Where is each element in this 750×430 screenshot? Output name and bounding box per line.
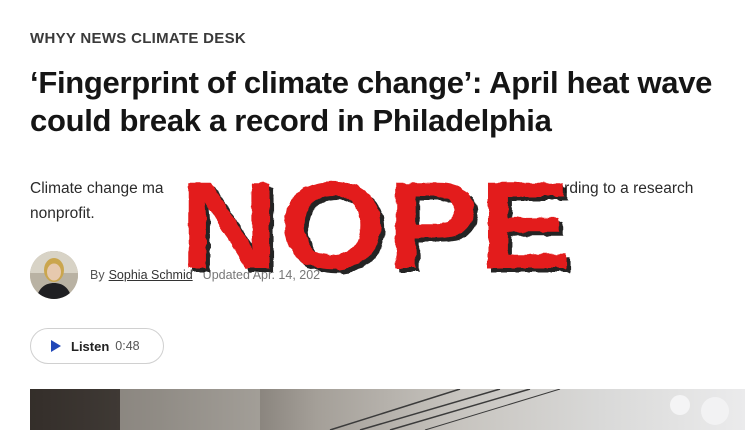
author-avatar[interactable]: [30, 251, 78, 299]
dek-text-start: Climate change ma: [30, 180, 164, 197]
listen-button[interactable]: Listen 0:48: [30, 328, 164, 364]
stamp-text: NOPE: [179, 168, 571, 280]
play-icon: [51, 340, 61, 352]
hero-image: [30, 389, 745, 430]
listen-label: Listen: [71, 338, 110, 354]
section-kicker[interactable]: WHYY NEWS CLIMATE DESK: [30, 30, 246, 47]
nope-stamp-overlay: NOPE NOPE: [172, 157, 578, 299]
byline-prefix: By: [90, 268, 105, 282]
audio-duration: 0:48: [115, 339, 140, 353]
article-headline: ‘Fingerprint of climate change’: April h…: [30, 65, 713, 138]
dek-text-line2: nonprofit.: [30, 205, 95, 222]
